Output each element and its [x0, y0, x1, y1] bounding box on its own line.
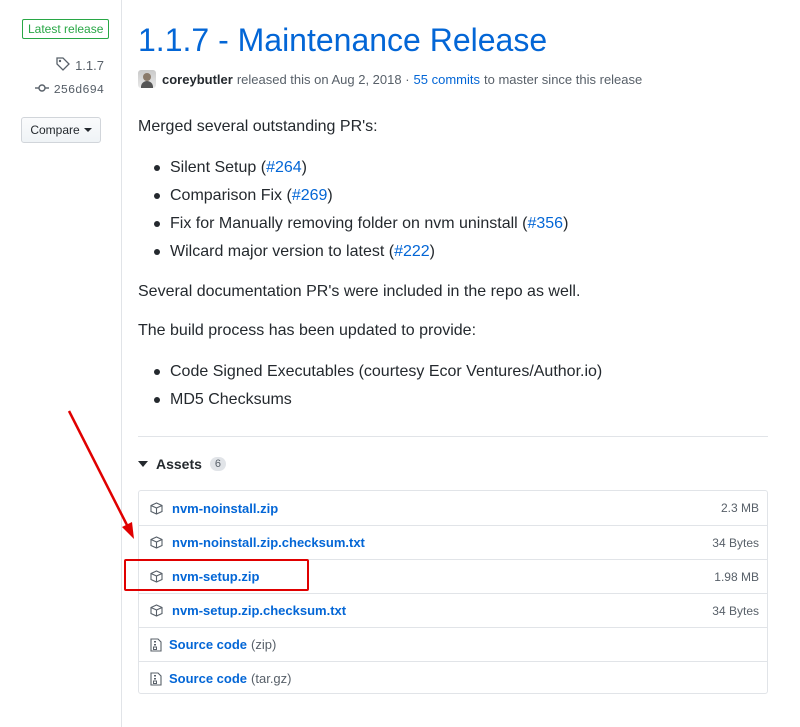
assets-list: nvm-noinstall.zip 2.3 MB nvm-noinstall.z… — [138, 490, 768, 694]
pr-link[interactable]: #356 — [527, 215, 563, 232]
intro-text: Merged several outstanding PR's: — [138, 118, 378, 135]
asset-link[interactable]: nvm-noinstall.zip.checksum.txt — [172, 535, 365, 550]
source-targz-ext[interactable]: (tar.gz) — [251, 671, 291, 686]
asset-row[interactable]: nvm-setup.zip 1.98 MB — [139, 559, 767, 593]
source-zip-link[interactable]: Source code — [169, 637, 247, 652]
tag-icon — [56, 57, 70, 74]
source-zip-ext[interactable]: (zip) — [251, 637, 276, 652]
release-title[interactable]: 1.1.7 - Maintenance Release — [138, 22, 547, 59]
release-sidebar: Latest release 1.1.7 256d694 Compare — [0, 0, 122, 727]
build-list: Code Signed Executables (courtesy Ecor V… — [150, 358, 602, 414]
list-item: Silent Setup (#264) — [150, 154, 568, 182]
pr-text: Fix for Manually removing folder on nvm … — [170, 215, 528, 232]
asset-row[interactable]: nvm-noinstall.zip.checksum.txt 34 Bytes — [139, 525, 767, 559]
pr-close: ) — [563, 215, 569, 232]
commit-sha: 256d694 — [53, 83, 104, 97]
asset-size: 1.98 MB — [714, 569, 759, 584]
assets-count-badge: 6 — [209, 457, 227, 471]
pr-link[interactable]: #264 — [266, 159, 302, 176]
package-icon — [149, 536, 163, 550]
avatar[interactable] — [138, 70, 156, 88]
asset-link[interactable]: nvm-setup.zip.checksum.txt — [172, 603, 346, 618]
compare-label: Compare — [30, 123, 80, 137]
asset-row[interactable]: nvm-noinstall.zip 2.3 MB — [139, 491, 767, 525]
assets-label: Assets — [156, 456, 202, 472]
asset-size: 2.3 MB — [720, 501, 759, 515]
asset-size: 34 Bytes — [712, 603, 759, 618]
pr-list: Silent Setup (#264) Comparison Fix (#269… — [150, 154, 568, 266]
package-icon — [149, 570, 163, 584]
asset-link[interactable]: nvm-setup.zip — [172, 569, 259, 584]
release-meta: coreybutler released this on Aug 2, 2018… — [138, 70, 642, 88]
tag-link[interactable]: 1.1.7 — [56, 57, 104, 74]
caret-down-icon — [83, 128, 92, 132]
compare-button[interactable]: Compare — [21, 117, 101, 143]
list-item: Fix for Manually removing folder on nvm … — [150, 210, 568, 238]
annotation-arrow — [67, 410, 134, 539]
file-zip-icon — [149, 637, 163, 652]
latest-release-badge: Latest release — [22, 19, 110, 39]
docs-note: Several documentation PR's were included… — [138, 283, 581, 300]
asset-row[interactable]: Source code (tar.gz) — [139, 661, 767, 695]
pr-link[interactable]: #222 — [394, 243, 430, 260]
author-link[interactable]: coreybutler — [162, 72, 233, 87]
list-item: Comparison Fix (#269) — [150, 182, 568, 210]
list-item: Code Signed Executables (courtesy Ecor V… — [150, 358, 602, 386]
package-icon — [149, 501, 163, 515]
asset-row[interactable]: nvm-setup.zip.checksum.txt 34 Bytes — [139, 593, 767, 627]
asset-link[interactable]: nvm-noinstall.zip — [172, 501, 278, 516]
pr-close: ) — [429, 243, 435, 260]
package-icon — [149, 604, 163, 618]
pr-text: Silent Setup ( — [170, 159, 267, 176]
commits-link[interactable]: 55 commits — [414, 72, 480, 87]
file-zip-icon — [149, 671, 163, 686]
pr-link[interactable]: #269 — [292, 187, 328, 204]
commit-link[interactable]: 256d694 — [34, 83, 104, 97]
commits-suffix: to master since this release — [484, 71, 643, 87]
asset-size: 34 Bytes — [712, 535, 759, 550]
assets-toggle[interactable]: Assets 6 — [138, 456, 227, 472]
list-item: MD5 Checksums — [150, 386, 602, 414]
asset-row[interactable]: Source code (zip) — [139, 627, 767, 661]
pr-text: Comparison Fix ( — [170, 187, 292, 204]
commit-icon — [34, 83, 49, 97]
source-targz-link[interactable]: Source code — [169, 671, 247, 686]
pr-close: ) — [327, 187, 333, 204]
divider — [138, 436, 768, 437]
list-item: Wilcard major version to latest (#222) — [150, 238, 568, 266]
pr-close: ) — [301, 159, 307, 176]
released-text: released this on Aug 2, 2018 · — [236, 71, 410, 87]
pr-text: Wilcard major version to latest ( — [170, 243, 395, 260]
build-intro: The build process has been updated to pr… — [138, 322, 477, 339]
tag-name: 1.1.7 — [75, 58, 104, 73]
